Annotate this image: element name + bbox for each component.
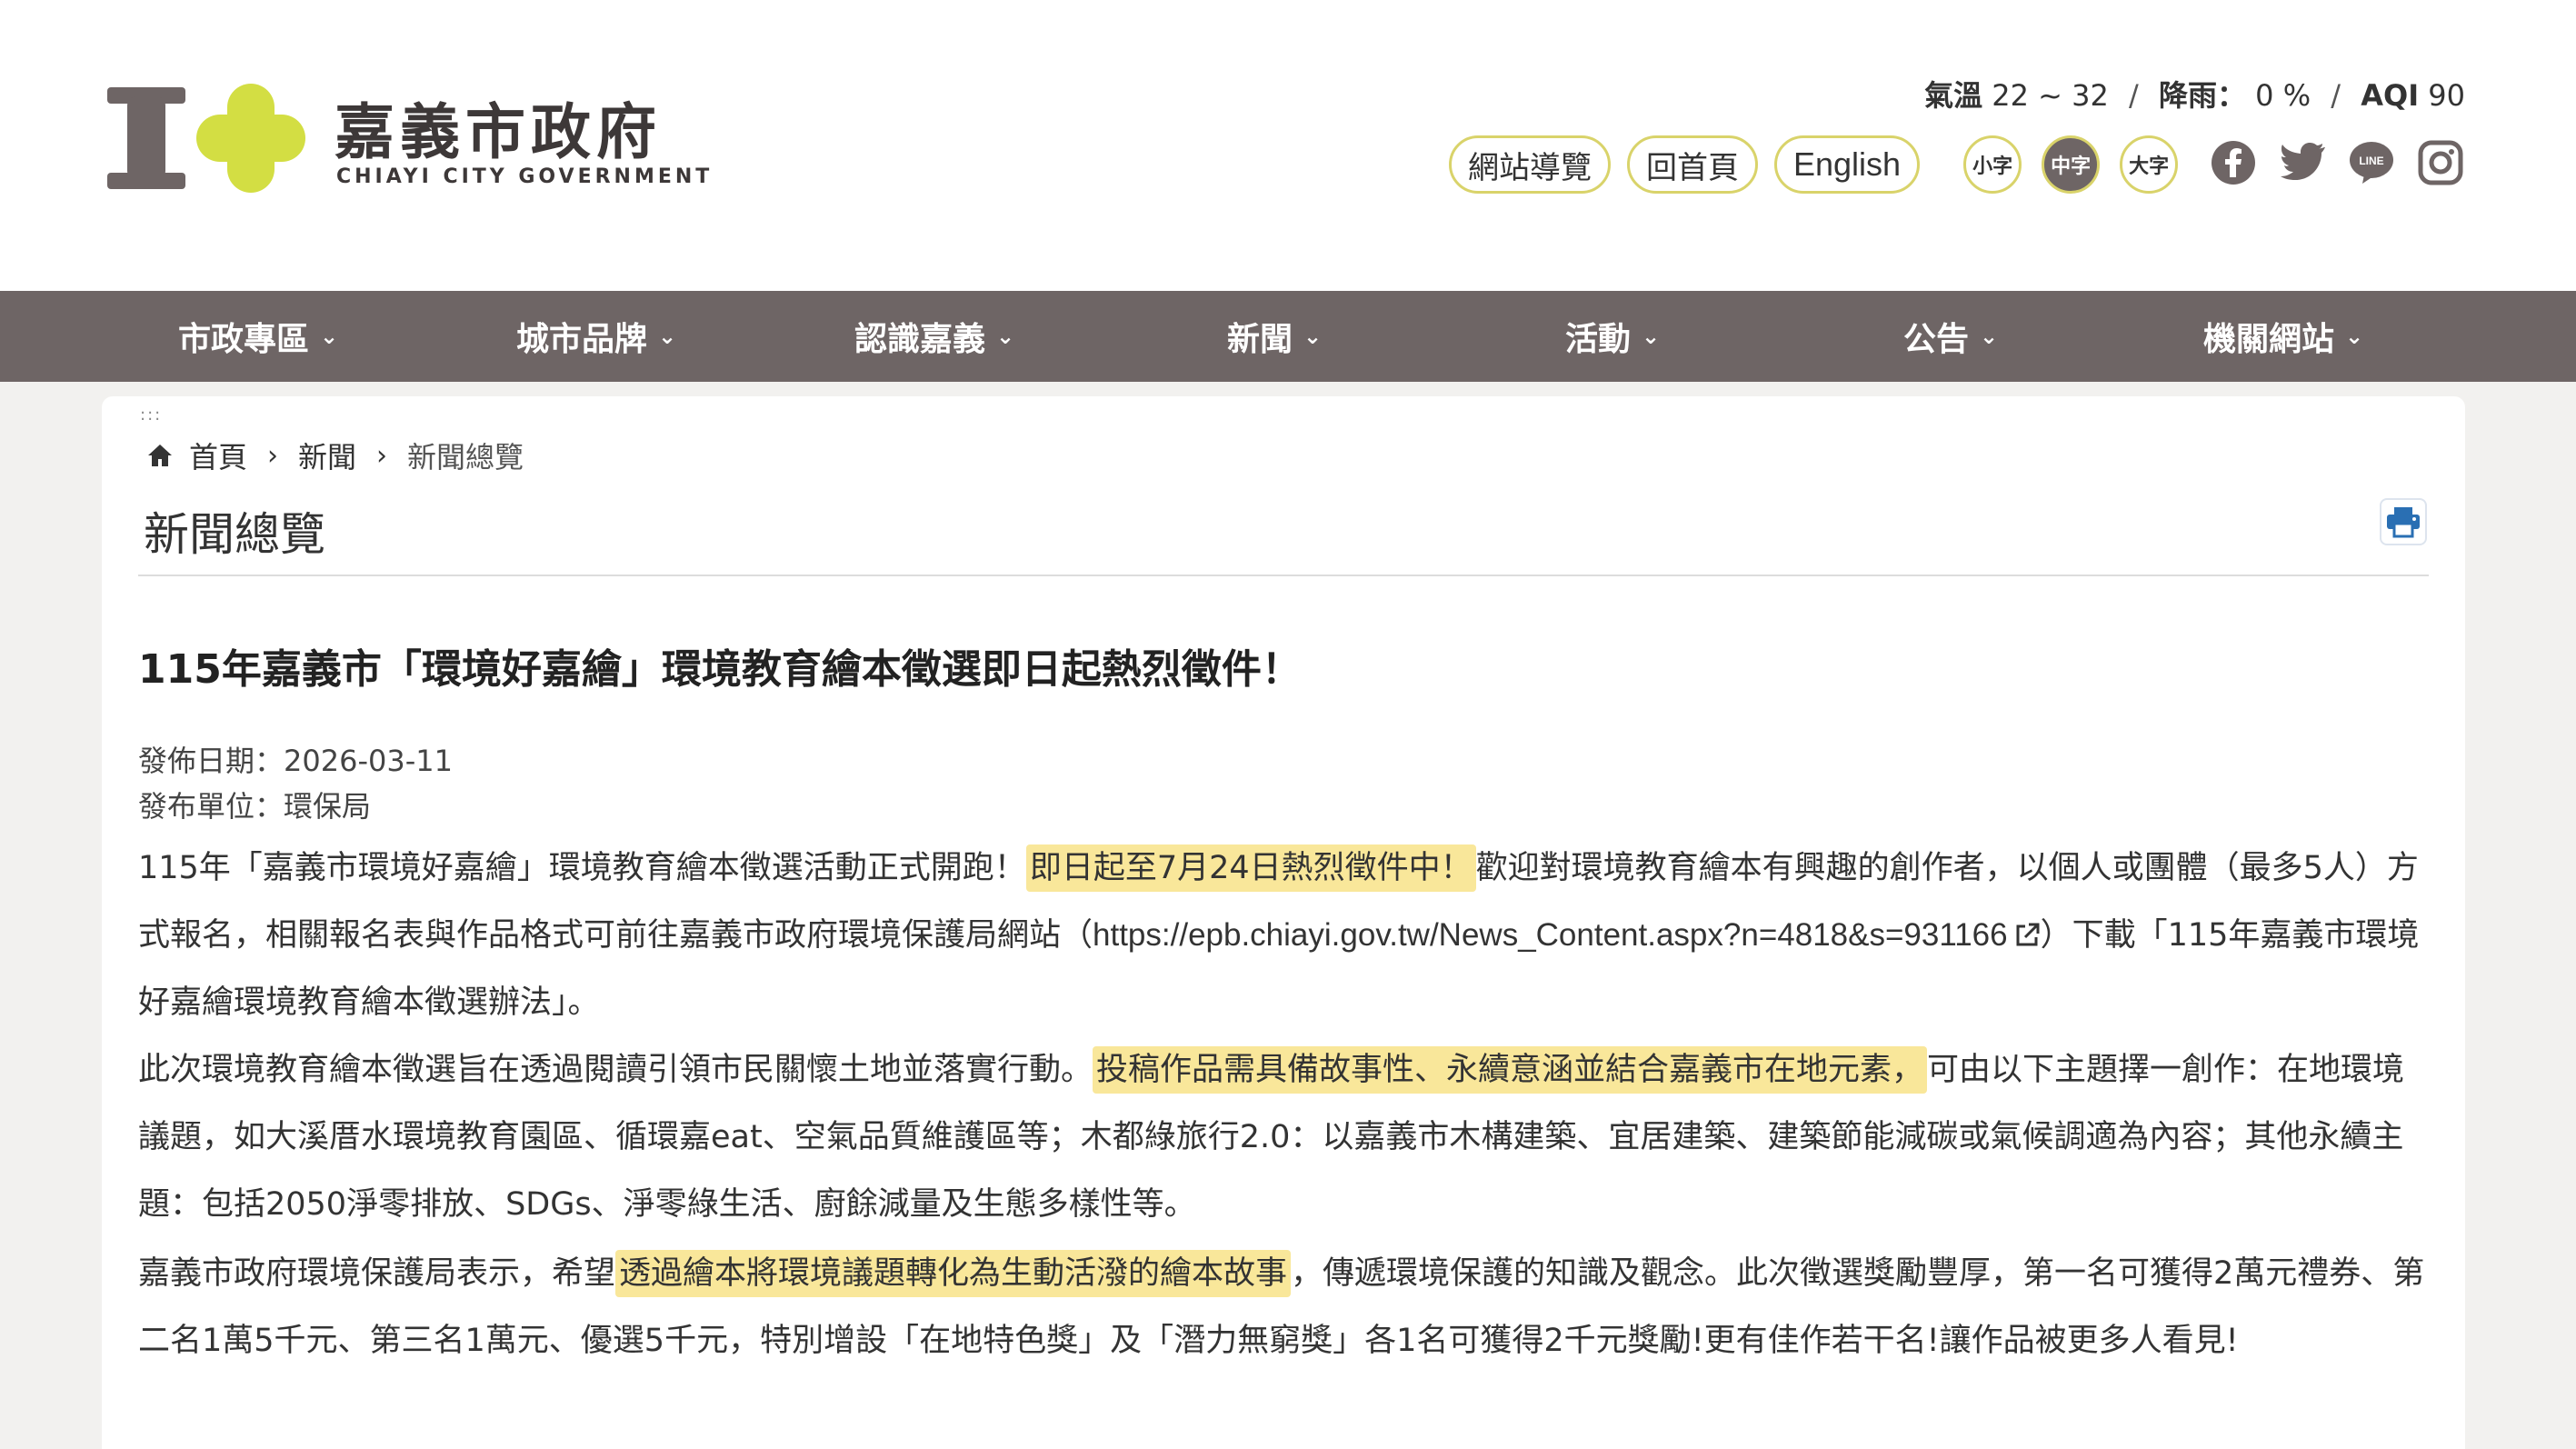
line-icon[interactable]: LINE xyxy=(2347,138,2396,187)
article-paragraph-3: 嘉義市政府環境保護局表示，希望 透過繪本將環境議題轉化為生動活潑的繪本故事 ，傳遞環… xyxy=(138,1240,2429,1374)
chevron-down-icon: ⌄ xyxy=(996,324,1015,349)
paragraph-text: 嘉義市政府環境保護局表示，希望 xyxy=(138,1255,616,1292)
breadcrumb-current: 新聞總覽 xyxy=(407,440,524,475)
svg-text:LINE: LINE xyxy=(2359,155,2383,167)
facebook-icon[interactable] xyxy=(2209,138,2258,187)
font-small-button[interactable]: 小字 xyxy=(1963,135,2022,194)
separator: / xyxy=(2331,78,2341,113)
nav-item-about[interactable]: 認識嘉義 ⌄ xyxy=(854,291,1014,382)
breadcrumb-home[interactable]: 首頁 xyxy=(189,435,247,476)
page-title: 新聞總覽 xyxy=(144,508,325,561)
chevron-down-icon: ⌄ xyxy=(1303,324,1323,349)
font-medium-button[interactable]: 中字 xyxy=(2042,135,2101,194)
article-paragraph-1: 115年「嘉義市環境好嘉繪」環境教育繪本徵選活動正式開跑！ 即日起至7月24日熱烈… xyxy=(138,834,2429,1036)
rain-value: 0 % xyxy=(2255,78,2311,113)
publish-date: 發佈日期：2026-03-11 xyxy=(138,744,453,778)
breadcrumb-separator: › xyxy=(376,439,388,472)
breadcrumb-separator: › xyxy=(267,439,279,472)
temp-value: 22 ~ 32 xyxy=(1992,78,2109,113)
accesskey-dots[interactable]: ::: xyxy=(140,405,162,425)
home-icon[interactable] xyxy=(147,444,173,467)
chevron-down-icon: ⌄ xyxy=(1980,324,1999,349)
highlighted-text: 透過繪本將環境議題轉化為生動活潑的繪本故事 xyxy=(615,1250,1292,1297)
social-links: LINE xyxy=(2189,138,2465,187)
nav-label: 機關網站 xyxy=(2203,321,2335,358)
rain-label: 降雨： xyxy=(2158,78,2246,113)
instagram-icon[interactable] xyxy=(2416,138,2465,187)
epb-link[interactable]: https://epb.chiayi.gov.tw/News_Content.a… xyxy=(1093,917,2008,953)
font-size-switcher: 小字 中字 大字 xyxy=(1963,135,2198,194)
main-nav: 市政專區 ⌄ 城市品牌 ⌄ 認識嘉義 ⌄ 新聞 ⌄ 活動 ⌄ 公告 ⌄ 機關網站 ⌄ xyxy=(0,291,2576,382)
nav-item-agencies[interactable]: 機關網站 ⌄ xyxy=(2203,291,2363,382)
separator: / xyxy=(2129,78,2139,113)
temp-label: 氣溫 xyxy=(1924,78,1983,113)
breadcrumb: 首頁 › 新聞 › 新聞總覽 xyxy=(147,435,524,476)
chevron-down-icon: ⌄ xyxy=(1642,324,1661,349)
article-paragraph-2: 此次環境教育繪本徵選旨在透過閱讀引領市民關懷土地並落實行動。 投稿作品需具備故事性… xyxy=(138,1036,2429,1238)
nav-item-brand[interactable]: 城市品牌 ⌄ xyxy=(516,291,676,382)
print-button[interactable] xyxy=(2380,498,2427,545)
nav-item-announcements[interactable]: 公告 ⌄ xyxy=(1903,291,1998,382)
logo-plus-mark xyxy=(196,84,305,193)
logo-i-mark xyxy=(107,87,185,189)
sitemap-link[interactable]: 網站導覽 xyxy=(1449,135,1611,194)
nav-item-municipal[interactable]: 市政專區 ⌄ xyxy=(178,291,338,382)
highlighted-text: 即日起至7月24日熱烈徵件中！ xyxy=(1025,844,1476,892)
weather-info: 氣溫 22 ~ 32 / 降雨： 0 % / AQI 90 xyxy=(1924,73,2465,115)
english-link[interactable]: English xyxy=(1774,135,1921,194)
article-title: 115年嘉義市「環境好嘉繪」環境教育繪本徵選即日起熱烈徵件！ xyxy=(138,646,1302,693)
nav-label: 公告 xyxy=(1903,321,1970,358)
city-logo[interactable] xyxy=(107,84,316,193)
chevron-down-icon: ⌄ xyxy=(658,324,677,349)
paragraph-text: 115年「嘉義市環境好嘉繪」環境教育繪本徵選活動正式開跑！ xyxy=(138,850,1026,886)
nav-label: 城市品牌 xyxy=(516,321,648,358)
paragraph-text: 此次環境教育繪本徵選旨在透過閱讀引領市民關懷土地並落實行動。 xyxy=(138,1052,1093,1088)
chevron-down-icon: ⌄ xyxy=(2345,324,2364,349)
aqi-label: AQI xyxy=(2361,78,2420,113)
nav-label: 新聞 xyxy=(1227,321,1293,358)
brand-title[interactable]: 嘉義市政府 xyxy=(334,84,662,171)
printer-icon xyxy=(2387,507,2420,538)
publish-unit: 發布單位：環保局 xyxy=(138,789,372,824)
chevron-down-icon: ⌄ xyxy=(320,324,339,349)
nav-item-events[interactable]: 活動 ⌄ xyxy=(1565,291,1660,382)
nav-label: 活動 xyxy=(1565,321,1632,358)
nav-item-news[interactable]: 新聞 ⌄ xyxy=(1227,291,1322,382)
breadcrumb-news[interactable]: 新聞 xyxy=(298,435,356,476)
brand-subtitle: CHIAYI CITY GOVERNMENT xyxy=(336,165,714,188)
nav-label: 市政專區 xyxy=(178,321,310,358)
highlighted-text: 投稿作品需具備故事性、永續意涵並結合嘉義市在地元素， xyxy=(1093,1046,1928,1094)
top-links: 網站導覽 回首頁 English 小字 中字 大字 xyxy=(1449,135,2198,195)
nav-label: 認識嘉義 xyxy=(854,321,986,358)
home-link[interactable]: 回首頁 xyxy=(1627,135,1758,194)
font-large-button[interactable]: 大字 xyxy=(2120,135,2179,194)
title-divider xyxy=(138,575,2429,576)
site-header: 嘉義市政府 CHIAYI CITY GOVERNMENT 氣溫 22 ~ 32 … xyxy=(0,0,2576,291)
twitter-icon[interactable] xyxy=(2278,138,2327,187)
aqi-value: 90 xyxy=(2428,78,2465,113)
external-link-icon[interactable] xyxy=(2013,905,2041,946)
